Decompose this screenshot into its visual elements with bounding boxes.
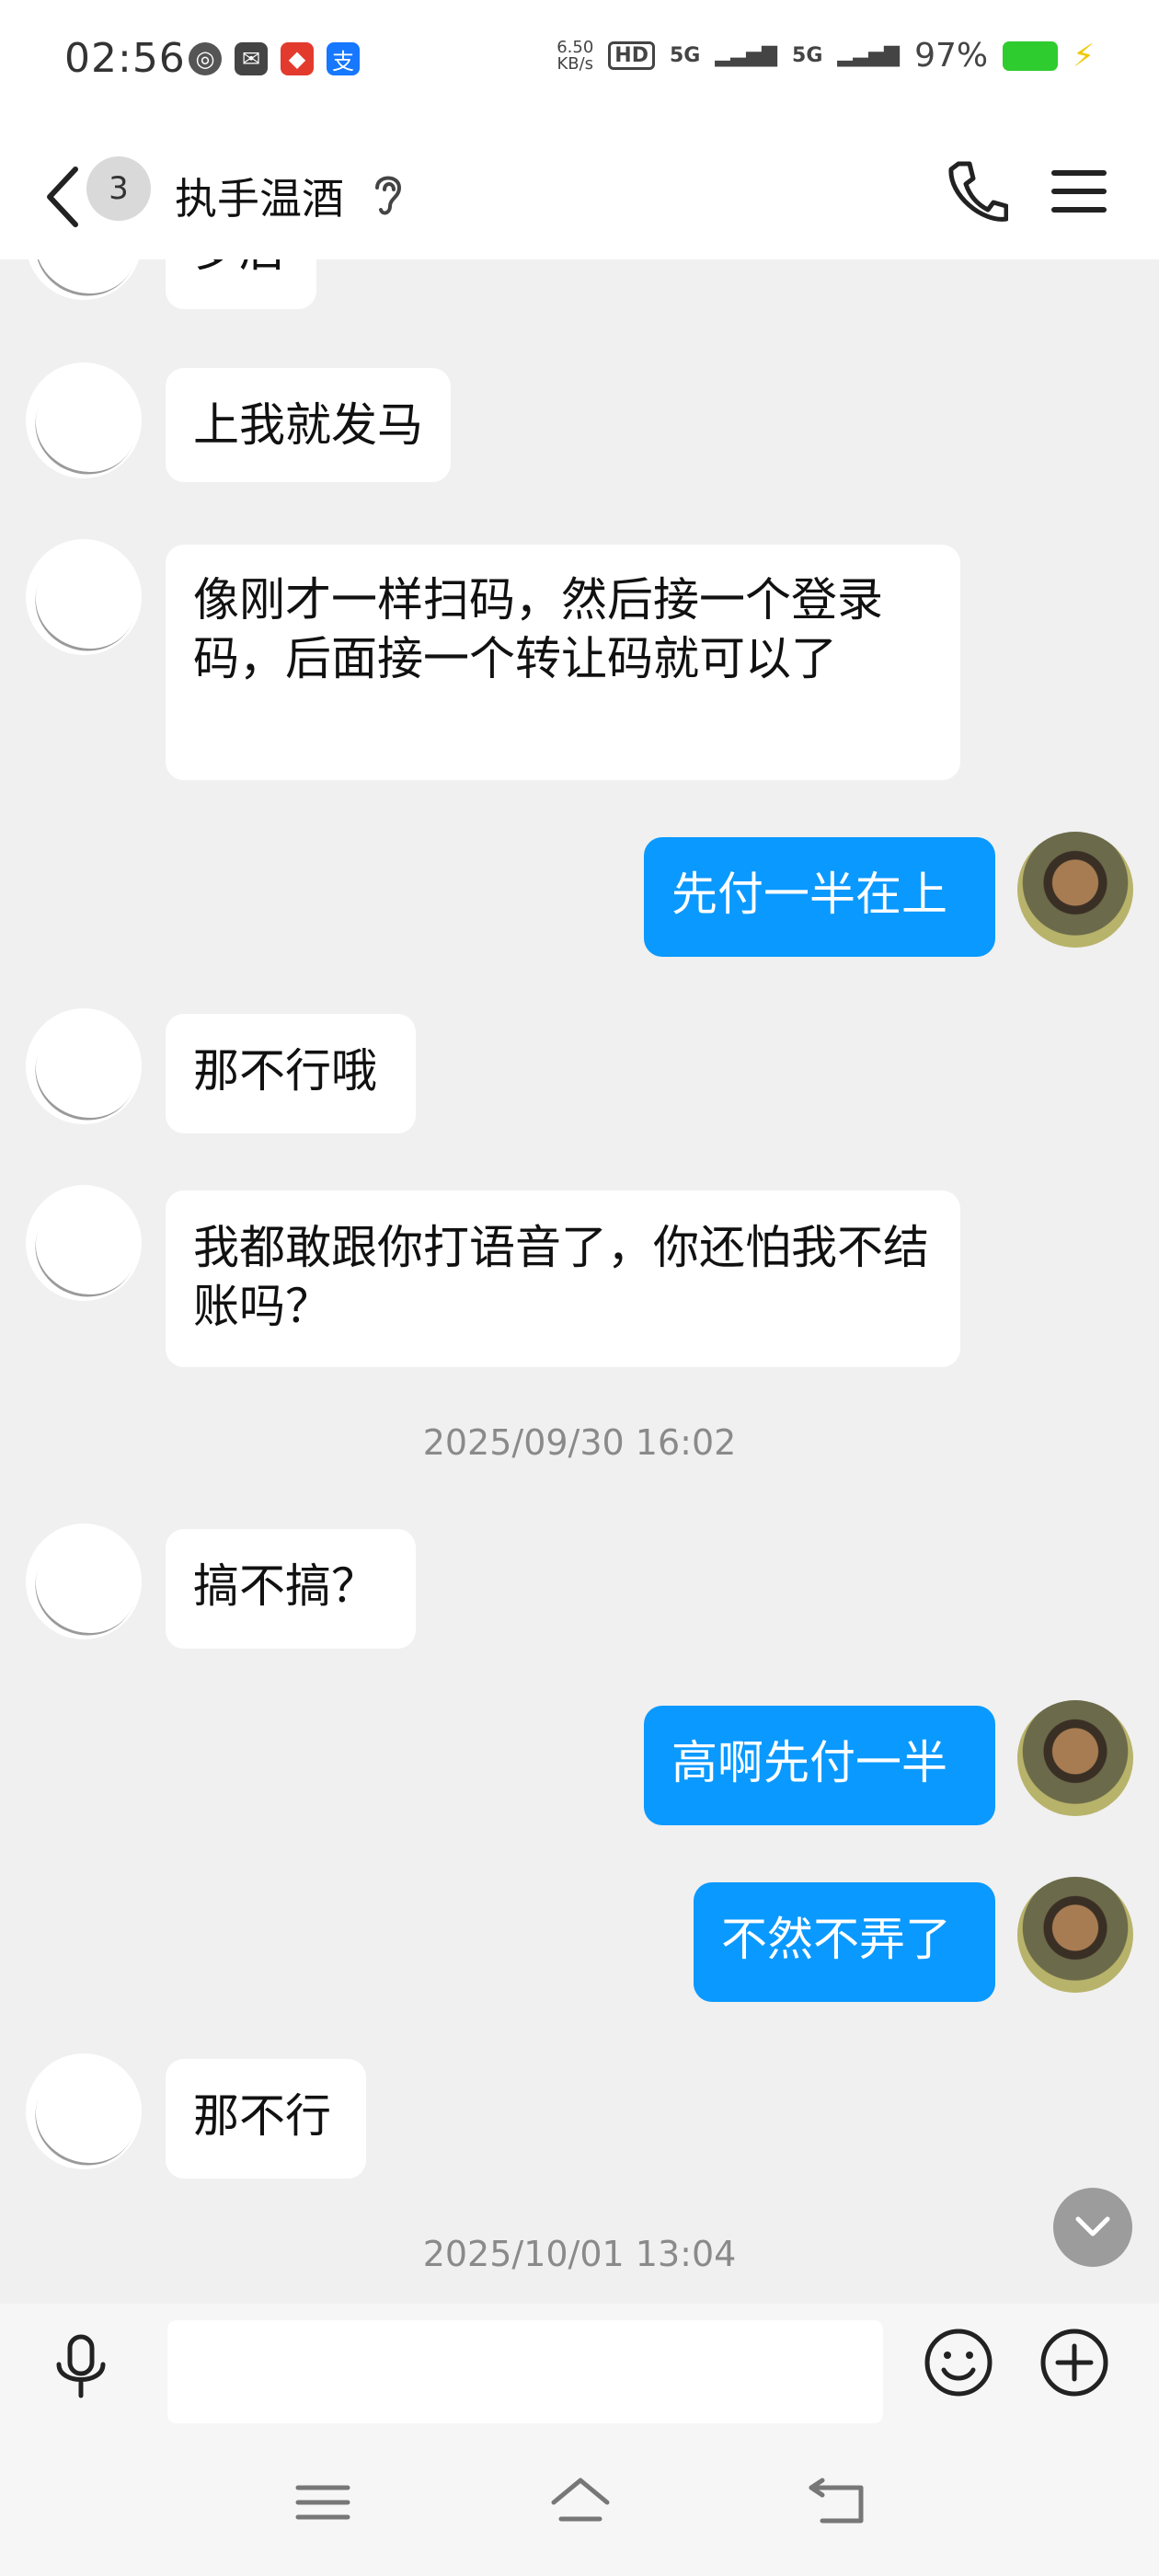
message-bubble-incoming[interactable]: 搞不搞？ bbox=[166, 1529, 416, 1649]
timestamp: 2025/10/01 13:04 bbox=[422, 2234, 737, 2274]
home-icon[interactable] bbox=[548, 2475, 613, 2530]
my-avatar[interactable] bbox=[1017, 1700, 1133, 1816]
signal-5g-1: 5G bbox=[669, 44, 701, 67]
status-time: 02:56 bbox=[64, 35, 186, 82]
chevron-down-icon bbox=[1075, 2216, 1110, 2237]
my-avatar[interactable] bbox=[1017, 1877, 1133, 1993]
status-bar: 02:56 ◎ ✉ ◆ 支 6.50 KB/s HD 5G ▂▃▅▇ 5G ▂▃… bbox=[0, 0, 1159, 129]
message-text: 我都敢跟你打语音了，你还怕我不结账吗？ bbox=[193, 1221, 929, 1333]
back-icon[interactable] bbox=[39, 156, 94, 230]
network-speed: 6.50 KB/s bbox=[557, 37, 594, 74]
back-nav-icon[interactable] bbox=[806, 2475, 870, 2530]
shopping-notification-icon: ◆ bbox=[281, 42, 314, 75]
message-text: 高啊先付一半 bbox=[671, 1736, 947, 1789]
message-text: 那不行哦 bbox=[193, 1044, 377, 1098]
signal-bars-icon: ▂▃▅▇ bbox=[715, 44, 778, 67]
message-text: 上我就发马 bbox=[193, 398, 423, 452]
emoji-icon[interactable] bbox=[922, 2326, 995, 2399]
timestamp: 2025/09/30 16:02 bbox=[422, 1422, 737, 1463]
battery-percent: 97% bbox=[914, 37, 989, 75]
alipay-notification-icon: 支 bbox=[327, 42, 360, 75]
message-bubble-outgoing[interactable]: 不然不弄了 bbox=[694, 1882, 995, 2002]
contact-avatar[interactable] bbox=[26, 539, 142, 655]
header-overlay: 3 执手温酒 bbox=[0, 129, 1159, 259]
contact-avatar[interactable] bbox=[26, 1185, 142, 1301]
notification-icons: ◎ ✉ ◆ 支 bbox=[189, 42, 360, 75]
message-input[interactable] bbox=[167, 2320, 883, 2423]
message-bubble-incoming[interactable]: 我都敢跟你打语音了，你还怕我不结账吗？ bbox=[166, 1190, 960, 1367]
my-avatar[interactable] bbox=[1017, 832, 1133, 948]
charging-icon: ⚡ bbox=[1073, 37, 1095, 75]
ear-icon[interactable] bbox=[370, 167, 407, 219]
scroll-to-bottom-button[interactable] bbox=[1053, 2188, 1132, 2267]
battery-icon bbox=[1003, 40, 1059, 71]
message-text: 不然不弄了 bbox=[721, 1913, 951, 1966]
message-bubble-incoming[interactable]: 那不行哦 bbox=[166, 1014, 416, 1133]
recent-apps-icon[interactable] bbox=[291, 2475, 355, 2530]
message-bubble-outgoing[interactable]: 高啊先付一半 bbox=[644, 1706, 995, 1825]
message-text: 搞不搞？ bbox=[193, 1559, 377, 1613]
message-text: 那不行 bbox=[193, 2089, 331, 2143]
network-speed-unit: KB/s bbox=[557, 53, 594, 74]
app-notification-icon: ◎ bbox=[189, 42, 222, 75]
signal-bars-icon-2: ▂▃▅▇ bbox=[837, 44, 901, 67]
menu-icon[interactable] bbox=[1049, 162, 1109, 221]
message-text: 像刚才一样扫码，然后接一个登录码，后面接一个转让码就可以了 bbox=[193, 573, 883, 685]
contact-avatar[interactable] bbox=[26, 1524, 142, 1639]
mail-notification-icon: ✉ bbox=[235, 42, 268, 75]
unread-count-badge[interactable]: 3 bbox=[86, 156, 151, 221]
status-indicators: 6.50 KB/s HD 5G ▂▃▅▇ 5G ▂▃▅▇ 97% ⚡ bbox=[557, 37, 1095, 75]
plus-icon[interactable] bbox=[1038, 2326, 1111, 2399]
contact-avatar[interactable] bbox=[26, 1008, 142, 1124]
chat-title[interactable]: 执手温酒 bbox=[175, 166, 344, 226]
message-bubble-incoming[interactable]: 上我就发马 bbox=[166, 368, 451, 482]
input-bar bbox=[0, 2304, 1159, 2423]
contact-avatar[interactable] bbox=[26, 2053, 142, 2169]
microphone-icon[interactable] bbox=[46, 2331, 116, 2401]
network-speed-value: 6.50 bbox=[557, 37, 594, 57]
message-text: 先付一半在上 bbox=[671, 868, 947, 921]
signal-5g-2: 5G bbox=[792, 44, 823, 67]
message-bubble-incoming[interactable]: 像刚才一样扫码，然后接一个登录码，后面接一个转让码就可以了 bbox=[166, 545, 960, 780]
message-bubble-outgoing[interactable]: 先付一半在上 bbox=[644, 837, 995, 957]
system-nav-bar bbox=[0, 2423, 1159, 2576]
phone-icon[interactable] bbox=[946, 158, 1008, 228]
hd-badge: HD bbox=[608, 41, 655, 70]
contact-avatar[interactable] bbox=[26, 362, 142, 478]
message-bubble-incoming[interactable]: 那不行 bbox=[166, 2059, 366, 2179]
